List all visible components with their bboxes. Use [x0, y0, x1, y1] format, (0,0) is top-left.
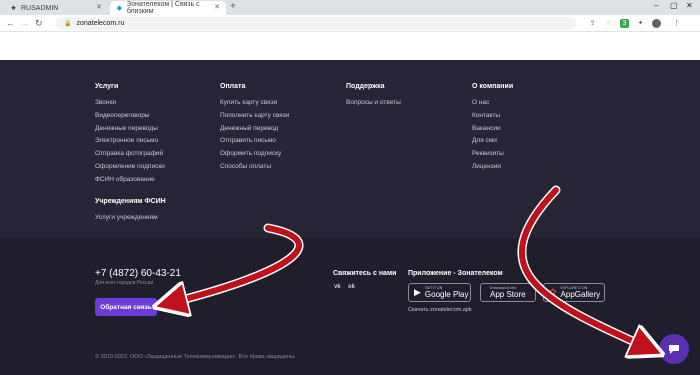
- app-title: Приложение - Зонателеком: [408, 270, 503, 277]
- store-big: Google Play: [424, 290, 469, 299]
- avatar[interactable]: [652, 19, 661, 28]
- footer-link[interactable]: Лицензии: [472, 163, 513, 176]
- page-top-area: [0, 32, 700, 60]
- app-store-button[interactable]: Download on the App Store: [480, 283, 536, 302]
- footer-link[interactable]: Пополнить карту связи: [220, 112, 289, 125]
- google-play-button[interactable]: ▶ GET IT ON Google Play: [408, 283, 471, 302]
- footer-link[interactable]: Денежный перевод: [220, 125, 289, 138]
- vk-icon[interactable]: vk: [334, 284, 341, 290]
- forward-icon[interactable]: →: [20, 18, 29, 28]
- footer-col-services: Услуги Звонки Видеопереговоры Денежные п…: [95, 83, 165, 189]
- apk-link[interactable]: Скачать zonatelecom.apk: [408, 307, 472, 313]
- copyright: © 2010-2022, ООО «Защищенные Телекоммуни…: [95, 354, 296, 360]
- footer-col-fsin: Учреждениям ФСИН Услуги учреждениям: [95, 198, 166, 227]
- footer-link[interactable]: Отправить письмо: [220, 137, 289, 150]
- footer-col-title: Услуги: [95, 83, 119, 90]
- address-bar: ← → ↻ 🔒 zonatelecom.ru ⇪ ☆ 3 ✦ ⋮: [0, 15, 700, 32]
- huawei-icon: ✿: [549, 287, 557, 297]
- footer-link[interactable]: Вопросы и ответы: [346, 99, 401, 112]
- footer-link[interactable]: Денежные переводы: [95, 125, 165, 138]
- close-icon[interactable]: ✕: [214, 3, 220, 11]
- footer-col-title: Поддержка: [346, 83, 385, 90]
- footer-link[interactable]: Отправка фотографий: [95, 150, 165, 163]
- browser-tabbar: ★ RUSADMIN ✕ ◆ Зонателеком | Связь с бли…: [0, 0, 700, 15]
- footer-link[interactable]: О нас: [472, 99, 513, 112]
- star-icon: ★: [10, 4, 17, 12]
- new-tab-icon[interactable]: +: [230, 1, 236, 12]
- footer-link[interactable]: Вакансии: [472, 125, 513, 138]
- footer-link[interactable]: Оформление подписки: [95, 163, 165, 176]
- back-icon[interactable]: ←: [6, 18, 15, 28]
- footer-link[interactable]: Способы оплаты: [220, 163, 289, 176]
- url-field[interactable]: 🔒 zonatelecom.ru: [56, 17, 576, 30]
- footer-link[interactable]: ФСИН образование: [95, 176, 165, 189]
- google-play-icon: ▶: [414, 287, 421, 297]
- close-icon[interactable]: ✕: [96, 3, 102, 11]
- feedback-button[interactable]: Обратная связь: [95, 298, 157, 316]
- menu-icon[interactable]: ⋮: [672, 19, 681, 28]
- appgallery-button[interactable]: ✿ EXPLORE IT ON AppGallery: [543, 283, 605, 302]
- footer-col-support: Поддержка Вопросы и ответы: [346, 83, 401, 112]
- footer-col-title: О компании: [472, 83, 514, 90]
- footer-col-title: Оплата: [220, 83, 246, 90]
- puzzle-icon[interactable]: ✦: [636, 19, 645, 28]
- footer-links: Услуги Звонки Видеопереговоры Денежные п…: [0, 60, 700, 238]
- contact-title: Свяжитесь с нами: [333, 270, 397, 277]
- footer-col-payment: Оплата Купить карту связи Пополнить карт…: [220, 83, 289, 176]
- footer-link[interactable]: Реквизиты: [472, 150, 513, 163]
- footer-col-title: Учреждениям ФСИН: [95, 198, 166, 205]
- footer-link[interactable]: Электронное письмо: [95, 137, 165, 150]
- maximize-icon[interactable]: ▢: [670, 1, 678, 10]
- zonatelecom-favicon-icon: ◆: [116, 4, 123, 12]
- tab-title: RUSADMIN: [21, 4, 59, 12]
- url-text: zonatelecom.ru: [76, 20, 125, 27]
- store-big: AppGallery: [560, 290, 601, 299]
- chat-button[interactable]: [659, 334, 689, 364]
- reload-icon[interactable]: ↻: [35, 18, 43, 29]
- share-icon[interactable]: ⇪: [588, 19, 597, 28]
- tab-title: Зонателеком | Связь с близким: [126, 1, 200, 15]
- footer-link[interactable]: Услуги учреждениям: [95, 214, 166, 227]
- footer-col-company: О компании О нас Контакты Вакансии Для с…: [472, 83, 513, 176]
- minimize-icon[interactable]: –: [654, 1, 658, 10]
- tab-zonatelecom[interactable]: ◆ Зонателеком | Связь с близким ✕: [110, 1, 226, 15]
- bookmark-star-icon[interactable]: ☆: [604, 19, 613, 28]
- phone-subtitle: Для всех городов России: [95, 280, 154, 286]
- extension-icon[interactable]: 3: [620, 19, 629, 28]
- footer-link[interactable]: Купить карту связи: [220, 99, 289, 112]
- chat-icon: [669, 345, 679, 354]
- footer-link[interactable]: Видеопереговоры: [95, 112, 165, 125]
- phone-number[interactable]: +7 (4872) 60-43-21: [95, 268, 181, 279]
- footer-link[interactable]: Контакты: [472, 112, 513, 125]
- footer-link[interactable]: Звонки: [95, 99, 165, 112]
- footer-link[interactable]: Оформить подписку: [220, 150, 289, 163]
- ok-icon[interactable]: ok: [348, 284, 355, 290]
- close-window-icon[interactable]: ✕: [686, 1, 693, 10]
- tab-rusadmin[interactable]: ★ RUSADMIN ✕: [4, 1, 108, 15]
- lock-icon[interactable]: 🔒: [64, 20, 71, 27]
- footer-link[interactable]: Для сми: [472, 137, 513, 150]
- store-big: App Store: [490, 290, 526, 299]
